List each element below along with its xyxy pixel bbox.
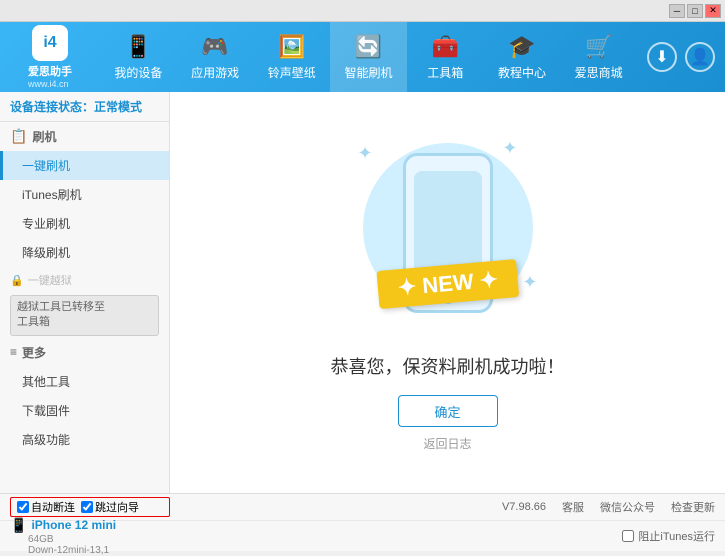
- smart-flash-icon: 🔄: [355, 34, 382, 60]
- itunes-status-label: 阻止iTunes运行: [638, 528, 715, 544]
- back-link[interactable]: 返回日志: [423, 435, 471, 452]
- minimize-btn[interactable]: ─: [669, 4, 685, 18]
- toolbox-icon: 🧰: [432, 34, 459, 60]
- sidebar: 设备连接状态：正常模式 📋 刷机 一键刷机 iTunes刷机 专业刷机 降级刷机…: [0, 92, 170, 493]
- logo[interactable]: i4 爱思助手 www.i4.cn: [0, 22, 100, 92]
- sidebar-item-pro-flash[interactable]: 专业刷机: [0, 209, 169, 238]
- wechat-link[interactable]: 微信公众号: [600, 499, 655, 515]
- itunes-checkbox[interactable]: [622, 530, 634, 542]
- version-label: V7.98.66: [502, 501, 546, 513]
- lock-icon: 🔒: [10, 274, 24, 287]
- more-section-icon: ≡: [10, 345, 17, 359]
- nav-bar: 📱 我的设备 🎮 应用游戏 🖼️ 铃声壁纸 🔄 智能刷机 🧰 工具箱 🎓 教程中…: [100, 22, 637, 92]
- check-update-link[interactable]: 检查更新: [671, 499, 715, 515]
- my-device-icon: 📱: [125, 34, 152, 60]
- sidebar-jailbreak-note: 越狱工具已转移至 工具箱: [10, 295, 159, 336]
- checkbox-group: 自动断连 跳过向导: [10, 497, 170, 517]
- main-content: ✦ ✦ ✦ NEW 恭喜您，保资料刷机成功啦！ 确定 返回日志: [170, 92, 725, 493]
- sparkle-2: ✦: [502, 138, 517, 159]
- phone-device-icon: 📱: [10, 517, 27, 534]
- device-info: 📱 iPhone 12 mini 64GB Down-12mini-13,1: [10, 517, 170, 556]
- sidebar-more-section: ≡ 更多: [0, 338, 169, 367]
- sidebar-item-itunes-flash[interactable]: iTunes刷机: [0, 180, 169, 209]
- bottom-right-links: V7.98.66 客服 微信公众号 检查更新: [502, 499, 715, 515]
- maximize-btn[interactable]: □: [687, 4, 703, 18]
- nav-wallpaper[interactable]: 🖼️ 铃声壁纸: [253, 22, 330, 92]
- sparkle-1: ✦: [358, 143, 373, 164]
- nav-tutorial[interactable]: 🎓 教程中心: [484, 22, 561, 92]
- nav-think-mall[interactable]: 🛒 爱思商城: [560, 22, 637, 92]
- main-area: 设备连接状态：正常模式 📋 刷机 一键刷机 iTunes刷机 专业刷机 降级刷机…: [0, 92, 725, 493]
- user-btn[interactable]: 👤: [685, 42, 715, 72]
- customer-service-link[interactable]: 客服: [562, 499, 584, 515]
- sidebar-item-one-click-flash[interactable]: 一键刷机: [0, 151, 169, 180]
- sidebar-jailbreak-section: 🔒 一键越狱: [0, 267, 169, 293]
- sidebar-item-other-tools[interactable]: 其他工具: [0, 367, 169, 396]
- nav-right-area: ⬇ 👤: [637, 42, 725, 72]
- think-mall-icon: 🛒: [585, 34, 612, 60]
- success-illustration: ✦ ✦ ✦ NEW: [348, 133, 548, 333]
- sidebar-flash-section: 📋 刷机: [0, 122, 169, 151]
- device-name: iPhone 12 mini: [31, 518, 116, 532]
- close-btn[interactable]: ✕: [705, 4, 721, 18]
- skip-wizard-checkbox[interactable]: 跳过向导: [81, 499, 139, 515]
- wallpaper-icon: 🖼️: [278, 34, 305, 60]
- sidebar-item-advanced[interactable]: 高级功能: [0, 425, 169, 454]
- itunes-status-area: 阻止iTunes运行: [622, 528, 715, 544]
- sidebar-item-download-firmware[interactable]: 下载固件: [0, 396, 169, 425]
- flash-section-icon: 📋: [10, 128, 27, 145]
- header: i4 爱思助手 www.i4.cn 📱 我的设备 🎮 应用游戏 🖼️ 铃声壁纸 …: [0, 22, 725, 92]
- logo-icon: i4: [32, 25, 68, 61]
- download-btn[interactable]: ⬇: [647, 42, 677, 72]
- bottom-area: 自动断连 跳过向导 V7.98.66 客服 微信公众号 检查更新 📱 iPhon…: [0, 493, 725, 551]
- logo-text: 爱思助手 www.i4.cn: [28, 63, 72, 89]
- device-status-bar: 设备连接状态：正常模式: [0, 92, 169, 122]
- sidebar-item-downgrade-flash[interactable]: 降级刷机: [0, 238, 169, 267]
- device-storage: 64GB: [28, 534, 54, 545]
- nav-my-device[interactable]: 📱 我的设备: [100, 22, 177, 92]
- nav-smart-flash[interactable]: 🔄 智能刷机: [330, 22, 407, 92]
- nav-toolbox[interactable]: 🧰 工具箱: [407, 22, 484, 92]
- confirm-button[interactable]: 确定: [398, 395, 498, 427]
- auto-disconnect-checkbox[interactable]: 自动断连: [17, 499, 75, 515]
- success-message: 恭喜您，保资料刷机成功啦！: [331, 353, 565, 379]
- sparkle-3: ✦: [522, 272, 537, 293]
- tutorial-icon: 🎓: [508, 34, 535, 60]
- bottom-bot-row: 📱 iPhone 12 mini 64GB Down-12mini-13,1 阻…: [0, 521, 725, 551]
- title-bar: ─ □ ✕: [0, 0, 725, 22]
- device-model: Down-12mini-13,1: [28, 545, 109, 556]
- nav-apps-games[interactable]: 🎮 应用游戏: [177, 22, 254, 92]
- apps-games-icon: 🎮: [201, 34, 228, 60]
